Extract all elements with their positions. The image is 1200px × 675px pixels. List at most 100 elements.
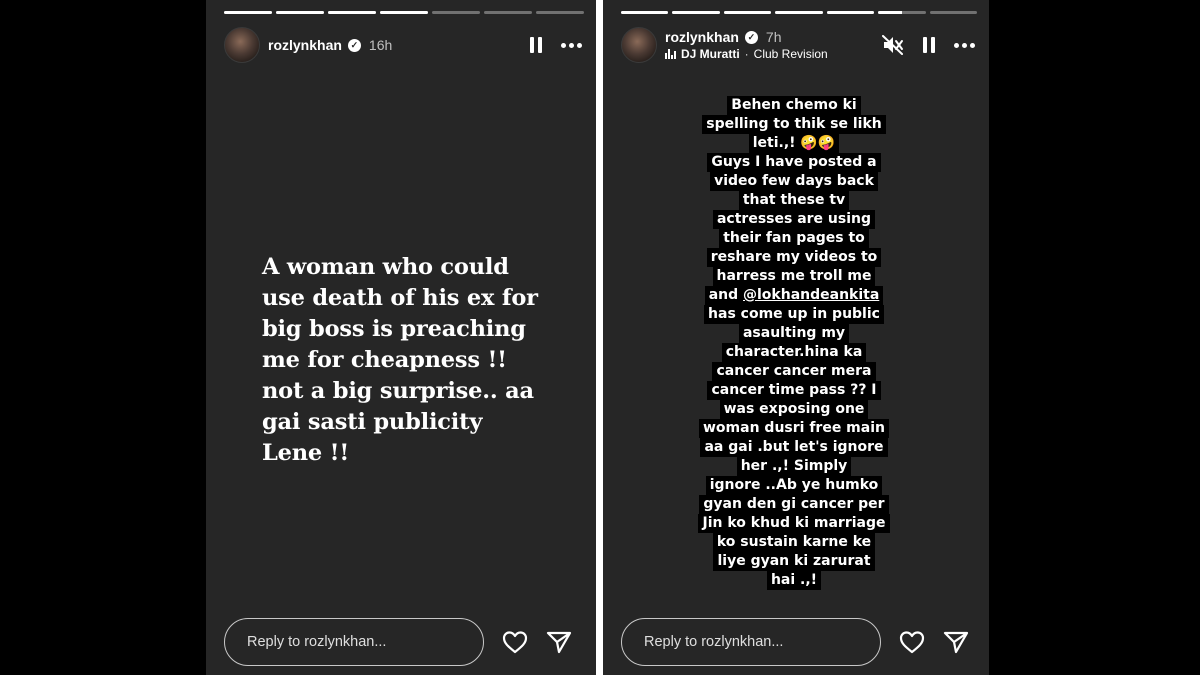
progress-segment-fill [276,11,324,14]
send-button[interactable] [546,630,572,654]
story-header: rozlynkhan ✓ 7h DJ Muratti · Club Revisi… [621,26,975,64]
story-text-line: use death of his ex for [262,285,538,311]
heart-icon [899,631,925,654]
send-button[interactable] [943,630,969,654]
story-footer [621,618,973,666]
name-row: rozlynkhan ✓ 7h [665,29,828,45]
like-button[interactable] [899,630,925,654]
progress-segment-fill [826,11,875,14]
story-text-line: video few days back [710,172,878,191]
like-button[interactable] [502,630,528,654]
story-text-line: me for cheapness !! [262,347,507,373]
story-progress-bar [621,11,977,14]
story-controls [529,37,582,53]
story-text-line: not a big surprise.. aa [262,378,534,404]
story-text-line: A woman who could [262,254,509,280]
story-panel-left: rozlynkhan ✓ 16h A woman who could use d… [206,0,596,675]
mention-link[interactable]: @lokhandeankita [743,287,879,303]
story-footer [224,618,580,666]
progress-segment [775,11,823,14]
more-options-button[interactable] [954,42,975,48]
progress-segment [723,11,772,14]
pause-icon [922,37,936,53]
story-text-line: ko sustain karne ke [712,533,876,552]
story-text-line: character.hina ka [721,343,867,362]
story-text-line: asaulting my [738,324,850,343]
story-text-line: Lene !! [262,440,349,466]
timestamp: 16h [368,37,393,53]
story-text-line: her .,! Simply [736,457,852,476]
muted-speaker-icon [882,35,903,55]
story-controls [882,35,975,55]
progress-segment [328,11,376,14]
more-options-icon [561,42,582,48]
story-text-line: that these tv [738,191,850,210]
progress-segment [380,11,428,14]
more-options-icon [954,42,975,48]
send-icon [943,631,969,654]
progress-segment-fill [723,11,772,14]
story-text-line: their fan pages to [719,229,869,248]
story-text: A woman who could use death of his ex fo… [262,252,562,469]
story-text-line: has come up in public [704,305,884,324]
story-text-line: gai sasti publicity [262,409,483,435]
story-text-line: liye gyan ki zarurat [713,552,875,571]
username[interactable]: rozlynkhan [665,29,739,45]
more-options-button[interactable] [561,42,582,48]
progress-segment [878,11,926,14]
progress-segment-fill [621,11,669,14]
music-bars-icon [665,49,676,59]
story-text-line: leti.,! 🤪🤪 [748,134,840,153]
story-text-line: reshare my videos to [706,248,882,267]
verified-badge-icon: ✓ [744,30,758,44]
story-text-line: actresses are using [712,210,875,229]
progress-segment [536,11,584,14]
story-meta: rozlynkhan ✓ 16h [268,37,392,53]
story-text-line: gyan den gi cancer per [699,495,889,514]
progress-segment [929,11,977,14]
pause-icon [529,37,543,53]
story-text-line: Jin ko khud ki marriage [698,514,890,533]
progress-segment-fill [224,11,272,14]
progress-segment [826,11,875,14]
progress-segment-fill [672,11,720,14]
story-text-line-with-mention: and @lokhandeankita [704,286,884,305]
progress-segment-fill [878,11,902,14]
username[interactable]: rozlynkhan [268,37,342,53]
verified-badge-icon: ✓ [347,38,361,52]
left-letterbox [0,0,206,675]
story-text-line: cancer cancer mera [712,362,876,381]
story-text-line: was exposing one [719,400,869,419]
avatar[interactable] [224,27,260,63]
progress-segment [621,11,669,14]
story-text-line: Behen chemo ki [727,96,861,115]
progress-segment [672,11,720,14]
reply-input[interactable] [224,618,484,666]
progress-segment [484,11,532,14]
music-artist: DJ Muratti [681,47,740,61]
story-header: rozlynkhan ✓ 16h [224,26,582,64]
music-track: Club Revision [753,47,828,61]
avatar[interactable] [621,27,657,63]
music-separator: · [744,47,749,61]
music-attribution[interactable]: DJ Muratti · Club Revision [665,47,828,61]
pause-button[interactable] [529,37,543,53]
story-progress-bar [224,11,584,14]
story-text-line: cancer time pass ?? I [707,381,881,400]
story-meta: rozlynkhan ✓ 7h DJ Muratti · Club Revisi… [665,29,828,61]
progress-segment [432,11,480,14]
story-text-line: spelling to thik se likh [702,115,886,134]
heart-icon [502,631,528,654]
story-text: Behen chemo ki spelling to thik se likh … [659,96,929,590]
reply-input[interactable] [621,618,881,666]
progress-segment-fill [775,11,823,14]
progress-segment [276,11,324,14]
name-row: rozlynkhan ✓ 16h [268,37,392,53]
story-text-line: harress me troll me [712,267,876,286]
story-panel-right: rozlynkhan ✓ 7h DJ Muratti · Club Revisi… [603,0,989,675]
mute-button[interactable] [882,35,904,55]
send-icon [546,631,572,654]
pause-button[interactable] [922,37,936,53]
story-text-line: hai .,! [766,571,822,590]
progress-segment [224,11,272,14]
